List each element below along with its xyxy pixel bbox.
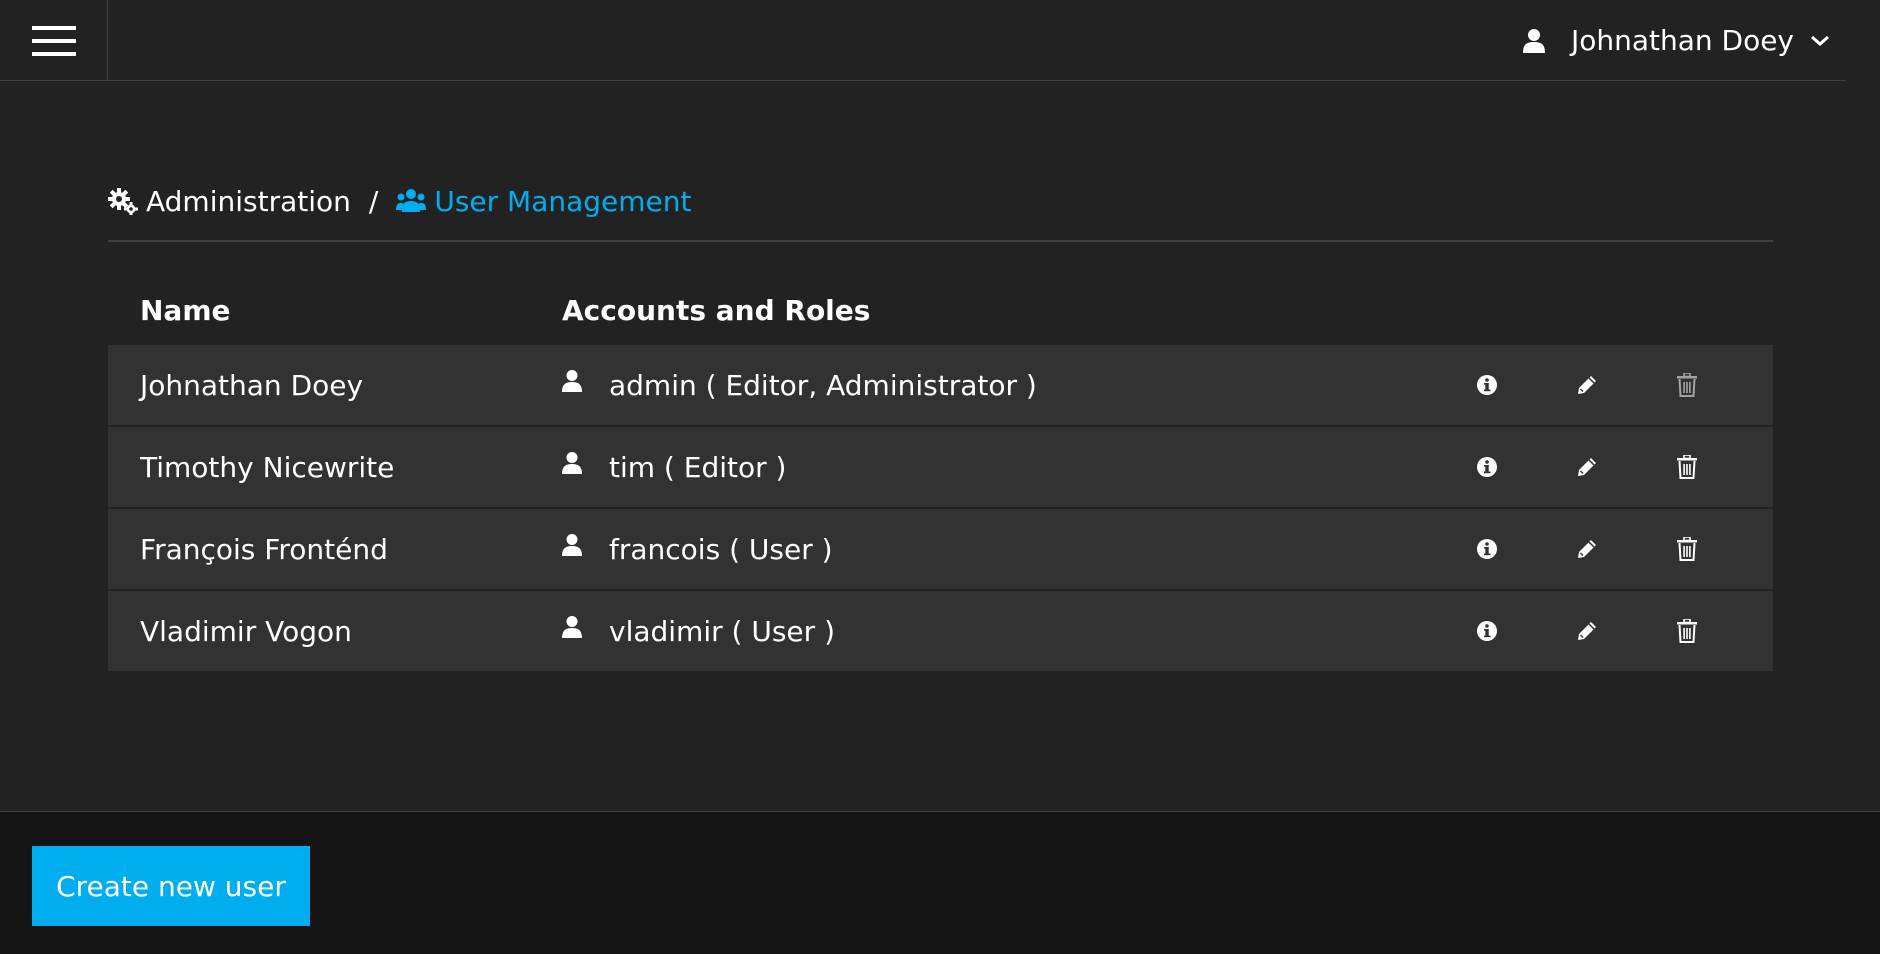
account-cell: vladimir ( User ) xyxy=(562,615,1437,648)
footer-bar: Create new user xyxy=(0,811,1880,954)
pencil-icon xyxy=(1578,622,1596,640)
user-full-name: François Fronténd xyxy=(140,532,388,566)
info-button[interactable] xyxy=(1437,374,1537,396)
account-roles: vladimir ( User ) xyxy=(609,614,835,648)
pencil-icon xyxy=(1578,376,1596,394)
breadcrumb: Administration / User Management xyxy=(108,181,692,221)
edit-button[interactable] xyxy=(1537,620,1637,642)
breadcrumb-administration[interactable]: Administration xyxy=(108,185,351,218)
user-name: Johnathan Doey xyxy=(1570,24,1794,57)
account-cell: tim ( Editor ) xyxy=(562,451,1437,484)
row-actions xyxy=(1437,619,1737,643)
account-roles: admin ( Editor, Administrator ) xyxy=(609,368,1037,402)
user-icon xyxy=(1522,28,1545,53)
scrollbar-track[interactable] xyxy=(1846,0,1880,811)
row-actions xyxy=(1437,537,1737,561)
top-bar: Johnathan Doey xyxy=(0,0,1846,81)
edit-button[interactable] xyxy=(1537,538,1637,560)
trash-icon xyxy=(1677,619,1697,643)
delete-button[interactable] xyxy=(1637,537,1737,561)
user-full-name: Vladimir Vogon xyxy=(140,614,352,648)
table-row[interactable]: Johnathan Doey admin ( Editor, Administr… xyxy=(108,345,1773,425)
hamburger-icon xyxy=(31,25,76,56)
trash-icon xyxy=(1677,537,1697,561)
info-button[interactable] xyxy=(1437,620,1537,642)
info-icon xyxy=(1477,375,1497,395)
info-button[interactable] xyxy=(1437,538,1537,560)
user-full-name: Timothy Nicewrite xyxy=(140,450,395,484)
account-cell: admin ( Editor, Administrator ) xyxy=(562,369,1437,402)
table-row[interactable]: François Fronténd francois ( User ) xyxy=(108,509,1773,589)
delete-button[interactable] xyxy=(1637,619,1737,643)
menu-toggle-button[interactable] xyxy=(0,0,108,81)
trash-icon xyxy=(1677,373,1697,397)
breadcrumb-user-management[interactable]: User Management xyxy=(396,184,692,218)
account-roles: tim ( Editor ) xyxy=(609,450,787,484)
user-icon xyxy=(562,616,582,638)
table-header: Name Accounts and Roles xyxy=(108,275,1773,345)
chevron-down-icon xyxy=(1810,35,1830,47)
column-header-name: Name xyxy=(140,293,231,327)
user-full-name: Johnathan Doey xyxy=(140,368,364,402)
row-actions xyxy=(1437,373,1737,397)
table-body: Johnathan Doey admin ( Editor, Administr… xyxy=(108,345,1773,671)
info-button[interactable] xyxy=(1437,456,1537,478)
table-row[interactable]: Timothy Nicewrite tim ( Editor ) xyxy=(108,427,1773,507)
pencil-icon xyxy=(1578,540,1596,558)
breadcrumb-current-label: User Management xyxy=(434,184,692,218)
table-row[interactable]: Vladimir Vogon vladimir ( User ) xyxy=(108,591,1773,671)
gears-icon xyxy=(108,188,138,215)
user-menu[interactable]: Johnathan Doey xyxy=(1522,0,1846,81)
account-cell: francois ( User ) xyxy=(562,533,1437,566)
user-icon xyxy=(562,534,582,556)
users-icon xyxy=(396,189,427,212)
info-icon xyxy=(1477,457,1497,477)
user-icon xyxy=(562,370,582,392)
edit-button[interactable] xyxy=(1537,456,1637,478)
column-header-accounts: Accounts and Roles xyxy=(562,293,871,327)
create-new-user-button[interactable]: Create new user xyxy=(32,846,310,926)
pencil-icon xyxy=(1578,458,1596,476)
delete-button xyxy=(1637,373,1737,397)
app-window: Johnathan Doey Administration / User Man… xyxy=(0,0,1880,954)
user-icon xyxy=(562,452,582,474)
account-roles: francois ( User ) xyxy=(609,532,833,566)
row-actions xyxy=(1437,455,1737,479)
users-table: Name Accounts and Roles Johnathan Doey a… xyxy=(108,275,1773,673)
edit-button[interactable] xyxy=(1537,374,1637,396)
breadcrumb-divider xyxy=(108,240,1773,242)
delete-button[interactable] xyxy=(1637,455,1737,479)
info-icon xyxy=(1477,539,1497,559)
trash-icon xyxy=(1677,455,1697,479)
breadcrumb-root-label: Administration xyxy=(146,184,351,218)
breadcrumb-separator: / xyxy=(368,184,379,218)
info-icon xyxy=(1477,621,1497,641)
